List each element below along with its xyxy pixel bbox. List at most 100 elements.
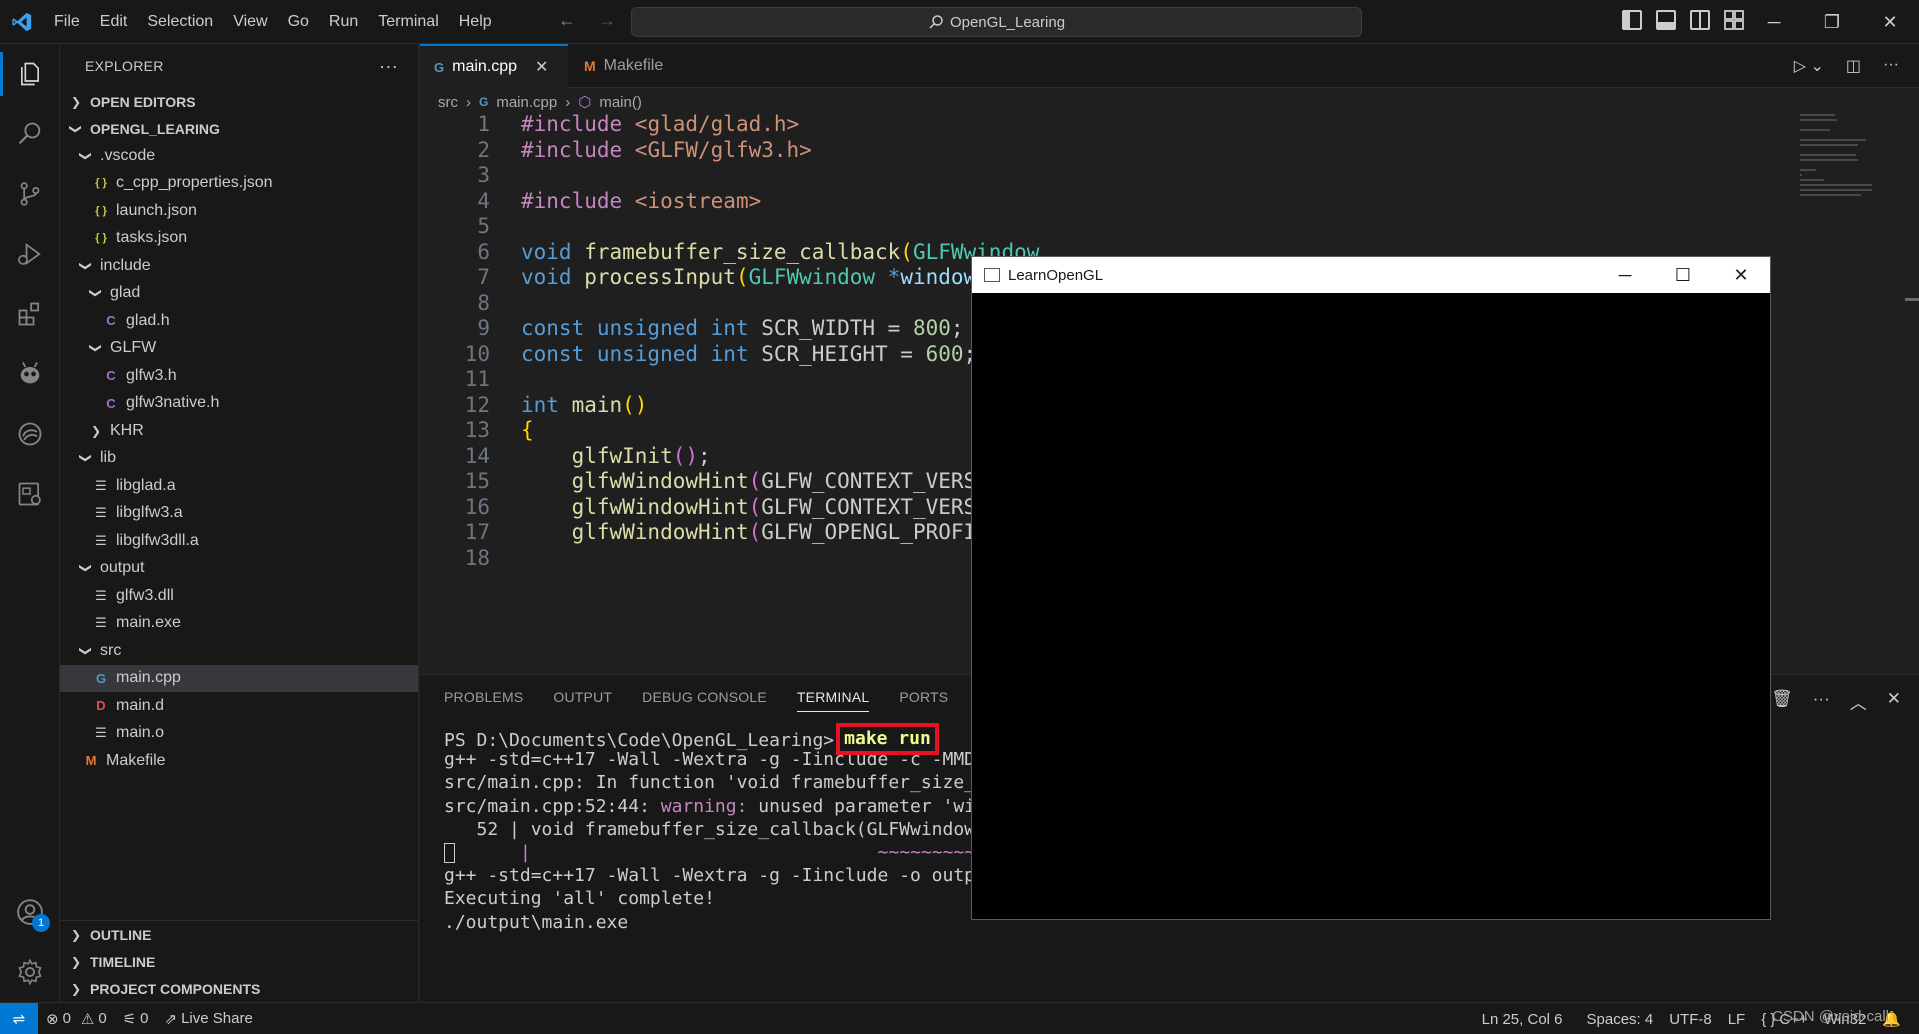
- restore-icon[interactable]: ❐: [1803, 0, 1861, 44]
- tab-main-cpp[interactable]: G main.cpp ✕: [420, 44, 568, 88]
- breadcrumb-folder[interactable]: src: [438, 94, 458, 111]
- tree-file[interactable]: ☰ libglad.a: [60, 472, 418, 500]
- learnopengl-titlebar[interactable]: LearnOpenGL ─ ☐ ✕: [972, 257, 1770, 293]
- tree-file[interactable]: Gmain.cpp: [60, 664, 418, 692]
- tree-folder[interactable]: ❯ glad: [60, 280, 418, 308]
- tree-file[interactable]: { } c_cpp_properties.json: [60, 170, 418, 198]
- more-actions-icon[interactable]: ···: [1883, 56, 1899, 76]
- timeline-section[interactable]: ❯ TIMELINE: [60, 948, 418, 975]
- tree-file[interactable]: M Makefile: [60, 747, 418, 775]
- outline-section[interactable]: ❯ OUTLINE: [60, 921, 418, 948]
- close-icon[interactable]: ✕: [1861, 0, 1919, 44]
- ports-status[interactable]: ⚟ 0: [115, 1010, 157, 1028]
- code-token: framebuffer_size_callback: [584, 239, 901, 264]
- tree-file[interactable]: Dmain.d: [60, 692, 418, 720]
- run-file-icon[interactable]: ▷ ⌄: [1794, 56, 1824, 76]
- more-actions-icon[interactable]: ···: [379, 56, 398, 77]
- tab-makefile[interactable]: M Makefile: [570, 44, 710, 88]
- project-components-section[interactable]: ❯ PROJECT COMPONENTS: [60, 975, 418, 1002]
- source-control-icon[interactable]: [0, 164, 60, 224]
- extensions-icon[interactable]: [0, 284, 60, 344]
- tree-file[interactable]: Cglfw3.h: [60, 362, 418, 390]
- tree-file[interactable]: { } launch.json: [60, 197, 418, 225]
- toggle-primary-sidebar-icon[interactable]: [1622, 10, 1642, 30]
- maximize-icon[interactable]: ☐: [1654, 257, 1712, 293]
- command-center-search[interactable]: OpenGL_Learing: [631, 7, 1362, 37]
- alien-extension-icon[interactable]: [0, 344, 60, 404]
- back-arrow-icon[interactable]: ←: [558, 10, 576, 31]
- tree-item-label: main.exe: [116, 614, 181, 632]
- toggle-panel-icon[interactable]: [1656, 10, 1676, 30]
- forward-arrow-icon[interactable]: →: [598, 10, 616, 31]
- tree-file[interactable]: ☰ libglfw3.a: [60, 500, 418, 528]
- menu-help[interactable]: Help: [449, 0, 502, 44]
- menu-terminal[interactable]: Terminal: [368, 0, 448, 44]
- remote-indicator-icon[interactable]: ⇌: [0, 1002, 38, 1034]
- tree-folder[interactable]: ❯ lib: [60, 445, 418, 473]
- run-debug-icon[interactable]: [0, 224, 60, 284]
- tree-file[interactable]: ☰ main.exe: [60, 610, 418, 638]
- close-icon[interactable]: ✕: [1712, 257, 1770, 293]
- tree-folder[interactable]: ❯ include: [60, 252, 418, 280]
- end-of-line[interactable]: LF: [1720, 1011, 1754, 1028]
- minimap[interactable]: [1800, 114, 1900, 234]
- cursor-position[interactable]: Ln 25, Col 6: [1474, 1011, 1571, 1028]
- tree-file[interactable]: ☰ glfw3.dll: [60, 582, 418, 610]
- breadcrumb-file[interactable]: main.cpp: [496, 94, 557, 111]
- toggle-secondary-sidebar-icon[interactable]: [1690, 10, 1710, 30]
- explorer-icon[interactable]: [0, 44, 60, 104]
- learnopengl-window[interactable]: LearnOpenGL ─ ☐ ✕: [971, 256, 1771, 920]
- menu-go[interactable]: Go: [278, 0, 319, 44]
- panel-tab-ports[interactable]: PORTS: [899, 689, 948, 712]
- project-section[interactable]: ❯ OPENGL_LEARING: [60, 115, 418, 142]
- encoding[interactable]: UTF-8: [1661, 1011, 1720, 1028]
- panel-tab-problems[interactable]: PROBLEMS: [444, 689, 523, 712]
- tree-folder[interactable]: ❯ output: [60, 555, 418, 583]
- tree-folder[interactable]: ❯ .vscode: [60, 142, 418, 170]
- menu-selection[interactable]: Selection: [137, 0, 223, 44]
- trash-icon[interactable]: 🗑: [1771, 689, 1793, 714]
- problems-status[interactable]: ⊗ 0 ⚠ 0: [38, 1010, 115, 1028]
- sidebar-bottom-sections: ❯ OUTLINE ❯ TIMELINE ❯ PROJECT COMPONENT…: [60, 920, 418, 1002]
- chevron-up-icon[interactable]: ︿: [1850, 689, 1867, 714]
- tree-file[interactable]: ☰ main.o: [60, 720, 418, 748]
- menu-view[interactable]: View: [223, 0, 277, 44]
- live-share-status[interactable]: ⇗ Live Share: [157, 1010, 261, 1028]
- code-token: void: [521, 265, 585, 289]
- open-editors-section[interactable]: ❯ OPEN EDITORS: [60, 88, 418, 115]
- manage-gear-icon[interactable]: [0, 942, 60, 1002]
- indentation[interactable]: Spaces: 4: [1579, 1011, 1662, 1028]
- tab-close-icon[interactable]: ✕: [535, 57, 548, 77]
- close-icon[interactable]: ✕: [1887, 689, 1901, 714]
- menu-edit[interactable]: Edit: [90, 0, 138, 44]
- tree-file[interactable]: Cglfw3native.h: [60, 390, 418, 418]
- minimize-icon[interactable]: ─: [1745, 0, 1803, 44]
- minimize-icon[interactable]: ─: [1596, 257, 1654, 293]
- tree-file[interactable]: Cglad.h: [60, 307, 418, 335]
- breadcrumb-symbol[interactable]: main(): [599, 94, 642, 111]
- tree-folder[interactable]: ❯ src: [60, 637, 418, 665]
- remote-explorer-icon[interactable]: [0, 464, 60, 524]
- code-token: (: [735, 265, 749, 289]
- minimap-line: [1800, 129, 1831, 131]
- accounts-icon[interactable]: 1: [0, 882, 60, 942]
- c-file-icon: C: [106, 368, 116, 384]
- split-editor-icon[interactable]: ◫: [1846, 56, 1861, 76]
- c-file-icon: C: [106, 395, 116, 411]
- tree-file[interactable]: { } tasks.json: [60, 225, 418, 253]
- tree-item-label: libglfw3dll.a: [116, 531, 199, 549]
- panel-tab-output[interactable]: OUTPUT: [553, 689, 612, 712]
- tree-folder[interactable]: ❯ GLFW: [60, 335, 418, 363]
- panel-tab-debug-console[interactable]: DEBUG CONSOLE: [642, 689, 767, 712]
- editor-actions: ▷ ⌄ ◫ ···: [1794, 56, 1899, 76]
- search-icon[interactable]: [0, 104, 60, 164]
- menu-file[interactable]: File: [44, 0, 90, 44]
- panel-tab-terminal[interactable]: TERMINAL: [796, 689, 870, 712]
- opengl-render-area[interactable]: [972, 293, 1770, 919]
- tree-folder[interactable]: ❯ KHR: [60, 417, 418, 445]
- more-actions-icon[interactable]: ···: [1813, 689, 1830, 714]
- platformio-icon[interactable]: [0, 404, 60, 464]
- customize-layout-icon[interactable]: [1724, 10, 1744, 30]
- menu-run[interactable]: Run: [319, 0, 368, 44]
- tree-file[interactable]: ☰ libglfw3dll.a: [60, 527, 418, 555]
